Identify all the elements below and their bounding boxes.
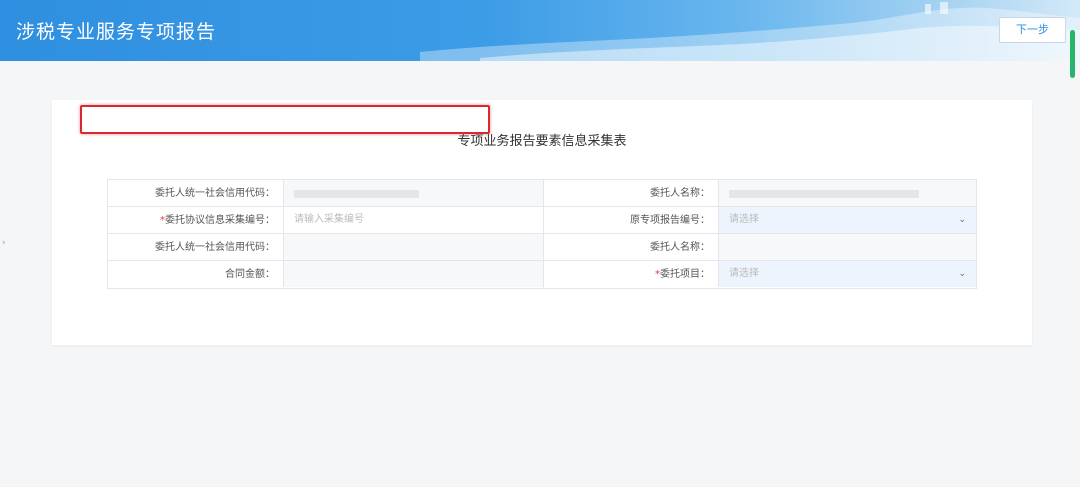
chevron-down-icon[interactable]: ⌄ [958, 261, 966, 287]
page-title: 涉税专业服务专项报告 [16, 21, 217, 43]
original-report-code-label: 原专项报告编号： [630, 215, 710, 226]
agreement-code-label: *委托协议信息采集编号： [108, 207, 283, 234]
chevron-down-icon[interactable]: ⌄ [958, 207, 966, 233]
select-placeholder: 请选择 [729, 214, 759, 225]
client-credit-code-value [283, 180, 543, 206]
next-step-button[interactable]: 下一步 [999, 17, 1066, 43]
client-credit-code-label: 委托人统一社会信用代码： [155, 242, 275, 253]
entrusted-project-select[interactable]: 请选择 ⌄ [718, 261, 976, 287]
table-row: *委托协议信息采集编号： 请输入采集编号 原专项报告编号： 请选择 ⌄ [108, 207, 976, 234]
client-name-value [718, 180, 976, 206]
table-row: 委托人统一社会信用代码： 委托人名称： [108, 180, 976, 207]
entrusted-project-label: *委托项目： [544, 261, 718, 288]
highlight-annotation-box [80, 105, 490, 134]
agreement-code-input[interactable]: 请输入采集编号 [283, 207, 543, 233]
redacted-value [729, 190, 919, 198]
form-card: 专项业务报告要素信息采集表 委托人统一社会信用代码： 委托人名称： *委托协议信… [52, 100, 1032, 345]
redacted-value [294, 190, 419, 198]
contract-amount-value [283, 261, 543, 287]
client-credit-code-label: 委托人统一社会信用代码： [155, 188, 275, 199]
client-credit-code-value [283, 234, 543, 260]
scrollbar-thumb[interactable] [1070, 30, 1075, 78]
app-header: 涉税专业服务专项报告 下一步 [0, 0, 1080, 61]
great-wall-banner-image [420, 2, 1080, 61]
contract-amount-label: 合同金额： [225, 269, 275, 280]
table-row: 委托人统一社会信用代码： 委托人名称： [108, 234, 976, 261]
collapse-arrow-icon[interactable]: › [2, 238, 6, 248]
client-name-label: 委托人名称： [650, 188, 710, 199]
entrusted-project-label-text: 委托项目： [660, 269, 710, 280]
table-row: 合同金额： *委托项目： 请选择 ⌄ [108, 261, 976, 288]
client-name-value [718, 234, 976, 260]
client-name-label: 委托人名称： [650, 242, 710, 253]
info-table: 委托人统一社会信用代码： 委托人名称： *委托协议信息采集编号： 请输入采集编号… [107, 179, 977, 289]
original-report-code-select[interactable]: 请选择 ⌄ [718, 207, 976, 233]
select-placeholder: 请选择 [729, 268, 759, 279]
agreement-code-label-text: 委托协议信息采集编号： [165, 215, 275, 226]
